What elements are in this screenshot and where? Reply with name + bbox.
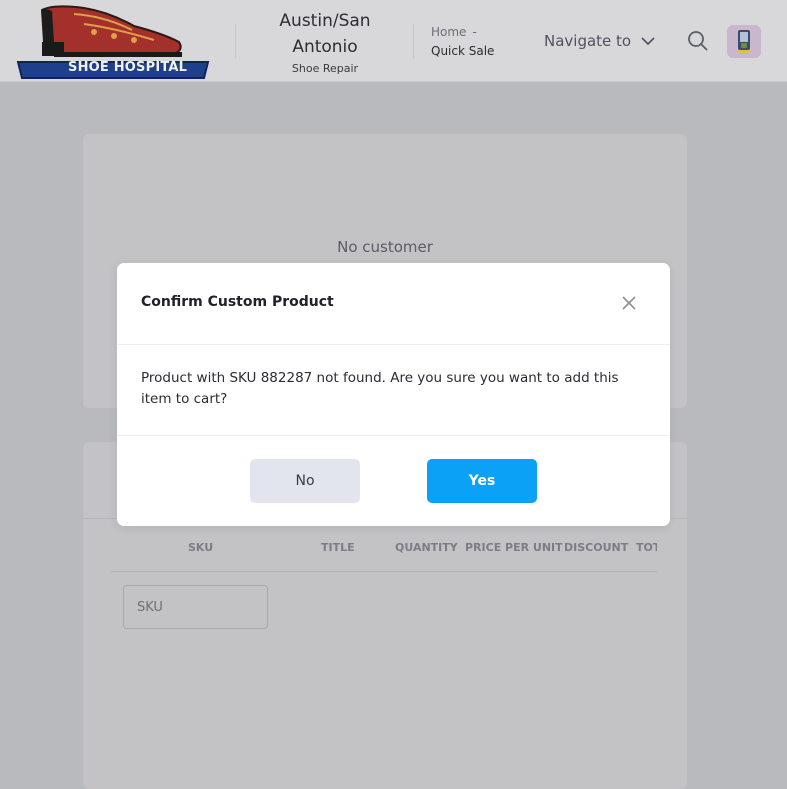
table-header-divider — [111, 571, 657, 572]
shoe-hospital-logo[interactable]: SHOE HOSPITAL — [14, 2, 212, 82]
column-header-total: TOT — [636, 541, 657, 554]
avatar-icon — [737, 30, 751, 54]
no-button[interactable]: No — [250, 459, 360, 503]
top-header: SHOE HOSPITAL Austin/San Antonio Shoe Re… — [0, 0, 787, 82]
column-header-sku: SKU — [188, 541, 214, 554]
chevron-down-icon — [641, 37, 655, 46]
close-button[interactable] — [620, 294, 638, 312]
header-divider — [235, 24, 236, 58]
dialog-message: Product with SKU 882287 not found. Are y… — [141, 370, 619, 407]
dialog-title: Confirm Custom Product — [141, 294, 334, 310]
logo-text: SHOE HOSPITAL — [68, 60, 188, 75]
column-header-title: TITLE — [321, 541, 355, 554]
search-icon — [688, 31, 708, 51]
dialog-header-divider — [117, 344, 670, 345]
column-header-price-per-unit: PRICE PER UNIT — [465, 541, 563, 554]
breadcrumb-current: Quick Sale — [431, 44, 495, 58]
confirm-custom-product-dialog: Confirm Custom Product Product with SKU … — [117, 263, 670, 526]
user-avatar[interactable] — [727, 25, 761, 58]
dialog-footer-divider — [117, 435, 670, 436]
yes-button[interactable]: Yes — [427, 459, 537, 503]
header-divider — [413, 24, 414, 58]
breadcrumb-home[interactable]: Home - — [431, 25, 477, 39]
sku-input[interactable] — [123, 585, 268, 629]
store-name: Austin/San Antonio — [279, 11, 371, 57]
column-header-quantity: QUANTITY — [395, 541, 458, 554]
column-header-discount: DISCOUNT — [564, 541, 629, 554]
no-customer-text: No customer — [337, 238, 433, 256]
navigate-to-label: Navigate to — [544, 32, 632, 50]
navigate-to-dropdown[interactable]: Navigate to — [544, 32, 657, 50]
breadcrumb-home-label[interactable]: Home — [431, 25, 466, 39]
close-icon — [622, 296, 636, 310]
store-subtitle: Shoe Repair — [291, 62, 359, 75]
search-button[interactable] — [686, 29, 710, 53]
breadcrumb-separator: - — [472, 25, 477, 39]
